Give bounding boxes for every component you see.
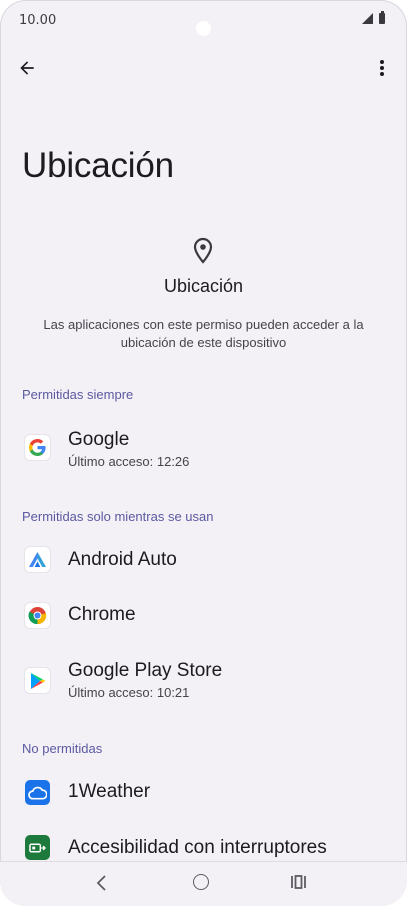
nav-back-icon[interactable]: [92, 872, 112, 894]
app-row-1weather[interactable]: 1Weather: [0, 765, 407, 821]
navigation-bar: [0, 861, 407, 906]
app-name: Android Auto: [68, 549, 177, 570]
android-auto-icon: [25, 547, 50, 572]
app-row-play-store[interactable]: Google Play Store Último acceso: 10:21: [0, 652, 407, 708]
play-store-icon: [25, 668, 50, 693]
app-row-android-auto[interactable]: Android Auto: [0, 533, 407, 589]
header-description: Las aplicaciones con este permiso pueden…: [43, 317, 364, 350]
page-title: Ubicación: [22, 146, 174, 185]
signal-icon: [362, 13, 373, 24]
section-while-in-use-label: Permitidas solo mientras se usan: [22, 509, 214, 524]
app-name: Google Play Store: [68, 660, 223, 681]
back-button[interactable]: [12, 53, 42, 83]
more-vertical-icon: [380, 60, 384, 76]
status-bar: 10.00: [0, 0, 407, 40]
camera-cutout: [196, 21, 211, 36]
nav-home-icon[interactable]: [193, 874, 209, 890]
section-denied-label: No permitidas: [22, 741, 103, 756]
switch-access-icon: [25, 835, 50, 860]
section-always-label: Permitidas siempre: [22, 387, 134, 402]
status-time: 10.00: [19, 13, 57, 28]
header-title: Ubicación: [163, 276, 244, 296]
chrome-icon: [25, 603, 50, 628]
app-name: Chrome: [68, 604, 136, 625]
battery-icon: [379, 11, 385, 24]
last-access: Último acceso: 10:21: [68, 685, 190, 700]
app-row-google[interactable]: Google Último acceso: 12:26: [0, 420, 407, 476]
app-name: Google: [68, 429, 130, 450]
nav-recents-icon[interactable]: [290, 873, 308, 891]
app-name: Accesibilidad con interruptores: [68, 837, 327, 858]
weather-icon: [25, 780, 50, 805]
location-pin-icon: [193, 237, 213, 264]
status-icons: [362, 11, 385, 24]
app-name: 1Weather: [68, 781, 151, 802]
screen: 10.00 Ubicación Ubicación Las aplicacion…: [0, 0, 407, 906]
app-row-chrome[interactable]: Chrome: [0, 588, 407, 644]
last-access: Último acceso: 12:26: [68, 454, 190, 469]
google-icon: [25, 435, 50, 460]
arrow-left-icon: [20, 61, 34, 75]
more-options-button[interactable]: [367, 53, 397, 83]
